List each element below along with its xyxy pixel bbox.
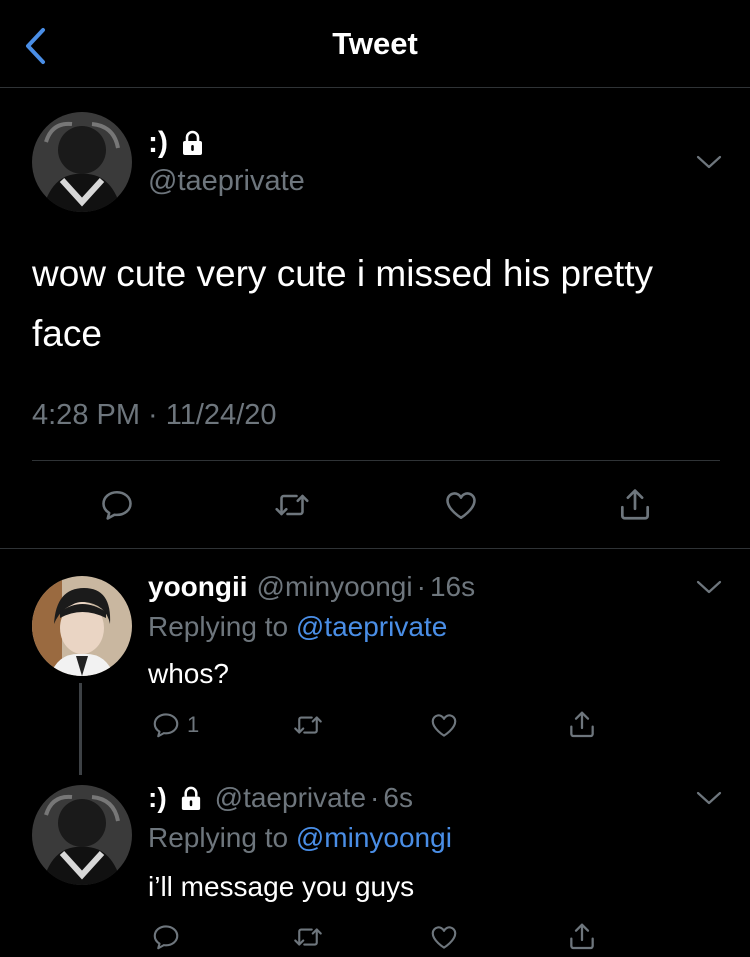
lock-icon [180, 130, 205, 156]
reply-button[interactable] [151, 922, 181, 952]
author-handle[interactable]: @taeprivate [215, 782, 366, 814]
reply-icon [151, 922, 181, 952]
share-icon [616, 485, 654, 523]
share-button[interactable] [566, 920, 598, 952]
retweet-icon [273, 487, 311, 523]
like-icon [428, 710, 460, 740]
retweet-icon [292, 922, 324, 952]
reply-time: 6s [383, 782, 413, 813]
page-title: Tweet [332, 26, 418, 61]
retweet-button[interactable] [292, 710, 324, 740]
share-icon [566, 920, 598, 952]
lock-icon [179, 786, 203, 811]
reply-button[interactable] [99, 487, 135, 523]
tweet-text: wow cute very cute i missed his pretty f… [32, 253, 653, 354]
chevron-down-icon[interactable] [693, 576, 725, 598]
like-button[interactable] [428, 710, 460, 740]
reply-text: i’ll message you guys [148, 871, 415, 902]
replying-to-line: Replying to @minyoongi [148, 822, 452, 854]
share-button[interactable] [566, 708, 598, 740]
reply-icon [99, 487, 135, 523]
avatar[interactable] [32, 576, 132, 676]
avatar[interactable] [32, 785, 132, 885]
chevron-down-icon[interactable] [693, 151, 725, 173]
tweet-timestamp: 4:28 PM · 11/24/20 [32, 399, 277, 431]
replying-to-line: Replying to @taeprivate [148, 611, 447, 643]
display-name[interactable]: :) [148, 782, 167, 814]
reply-text: whos? [148, 658, 229, 689]
reply-count: 1 [187, 712, 200, 737]
avatar[interactable] [32, 112, 132, 212]
replying-prefix: Replying to [148, 822, 289, 853]
retweet-button[interactable] [273, 487, 311, 523]
retweet-icon [292, 710, 324, 740]
reply-header: yoongii @minyoongi · 16s [148, 571, 475, 603]
replying-prefix: Replying to [148, 611, 289, 642]
reply-icon [151, 710, 181, 740]
like-button[interactable] [442, 487, 480, 523]
reply-time: 16s [429, 571, 476, 602]
share-icon [566, 708, 598, 740]
mention-link[interactable]: @taeprivate [296, 611, 447, 642]
reply-header: :) @taeprivate · 6s [148, 782, 413, 814]
share-button[interactable] [616, 485, 654, 523]
reply-button[interactable]: 1 [151, 710, 199, 740]
author-handle[interactable]: @minyoongi [257, 571, 413, 603]
like-icon [442, 487, 480, 523]
divider [0, 548, 750, 549]
display-name[interactable]: :) [148, 126, 168, 160]
author-handle[interactable]: @taeprivate [148, 165, 305, 198]
retweet-button[interactable] [292, 922, 324, 952]
meta-separator: · [370, 782, 380, 813]
thread-line [79, 683, 82, 775]
nav-bar: Tweet [0, 0, 750, 88]
like-icon [428, 922, 460, 952]
display-name[interactable]: yoongii [148, 571, 248, 603]
mention-link[interactable]: @minyoongi [296, 822, 452, 853]
author-name-row: :) [148, 126, 205, 160]
chevron-down-icon[interactable] [693, 787, 725, 809]
meta-separator: · [416, 571, 426, 602]
like-button[interactable] [428, 922, 460, 952]
divider [32, 460, 720, 461]
